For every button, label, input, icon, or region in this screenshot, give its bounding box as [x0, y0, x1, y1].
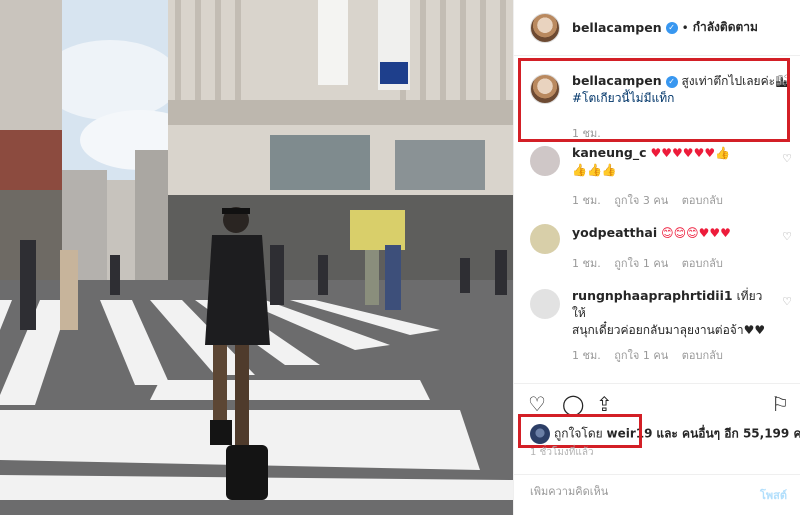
heart-icon[interactable]: ♡ [528, 392, 546, 416]
comment-like-heart-icon[interactable]: ♡ [782, 152, 792, 165]
highlight-box-likes [518, 414, 642, 448]
likes-count[interactable]: และ คนอื่นๆ อีก 55,199 คน [656, 427, 800, 441]
post-timestamp: 1 ชั่วโมงที่แล้ว [530, 447, 594, 458]
comment-username[interactable]: kaneung_c [572, 145, 647, 160]
share-icon[interactable]: ⇪ [596, 392, 613, 416]
comment-meta: 1 ชม. ถูกใจ 1 คน ตอบกลับ [572, 349, 723, 362]
comment-item: yodpeatthai 😊😊😊♥♥♥ 1 ชม. ถูกใจ 1 คน ตอบกล… [530, 222, 792, 272]
verified-icon: ✓ [665, 21, 678, 34]
avatar[interactable] [530, 12, 560, 43]
bookmark-icon[interactable]: ⚐ [771, 392, 789, 416]
post-sidebar: bellacampen ✓ • กำลังติดตาม bellacampen ✓… [513, 0, 800, 515]
following-button[interactable]: กำลังติดตาม [693, 18, 758, 37]
comment-avatar[interactable] [530, 289, 560, 319]
comment-icon[interactable]: ◯ [562, 392, 584, 416]
comment-like-heart-icon[interactable]: ♡ [782, 295, 792, 308]
comment-text: yodpeatthai 😊😊😊♥♥♥ [572, 225, 731, 240]
add-comment-bar: โพสต์ [514, 474, 800, 515]
comment-avatar[interactable] [530, 146, 560, 176]
comment-input[interactable] [530, 485, 730, 498]
highlight-box-caption [518, 58, 790, 142]
separator: • [681, 20, 689, 35]
comment-text: kaneung_c ♥♥♥♥♥♥👍 👍👍👍 [572, 145, 731, 177]
post-button[interactable]: โพสต์ [760, 486, 787, 504]
comment-like-heart-icon[interactable]: ♡ [782, 230, 792, 243]
comment-meta: 1 ชม. ถูกใจ 1 คน ตอบกลับ [572, 257, 723, 270]
comment-item: kaneung_c ♥♥♥♥♥♥👍 👍👍👍 1 ชม. ถูกใจ 3 คน ตอ… [530, 144, 792, 207]
street-scene-image [0, 0, 513, 515]
comment-item: rungnphaapraphrtidii1 เที่ยวให้ สนุกเดี๋ย… [530, 287, 792, 362]
header-username[interactable]: bellacampen [572, 20, 662, 35]
comment-meta: 1 ชม. ถูกใจ 3 คน ตอบกลับ [572, 194, 723, 207]
post-header: bellacampen ✓ • กำลังติดตาม [514, 0, 800, 56]
comment-text: rungnphaapraphrtidii1 เที่ยวให้ สนุกเดี๋ย… [572, 288, 766, 337]
post-photo[interactable] [0, 0, 513, 515]
comment-username[interactable]: yodpeatthai [572, 225, 657, 240]
comment-username[interactable]: rungnphaapraphrtidii1 [572, 288, 733, 303]
comment-avatar[interactable] [530, 224, 560, 254]
